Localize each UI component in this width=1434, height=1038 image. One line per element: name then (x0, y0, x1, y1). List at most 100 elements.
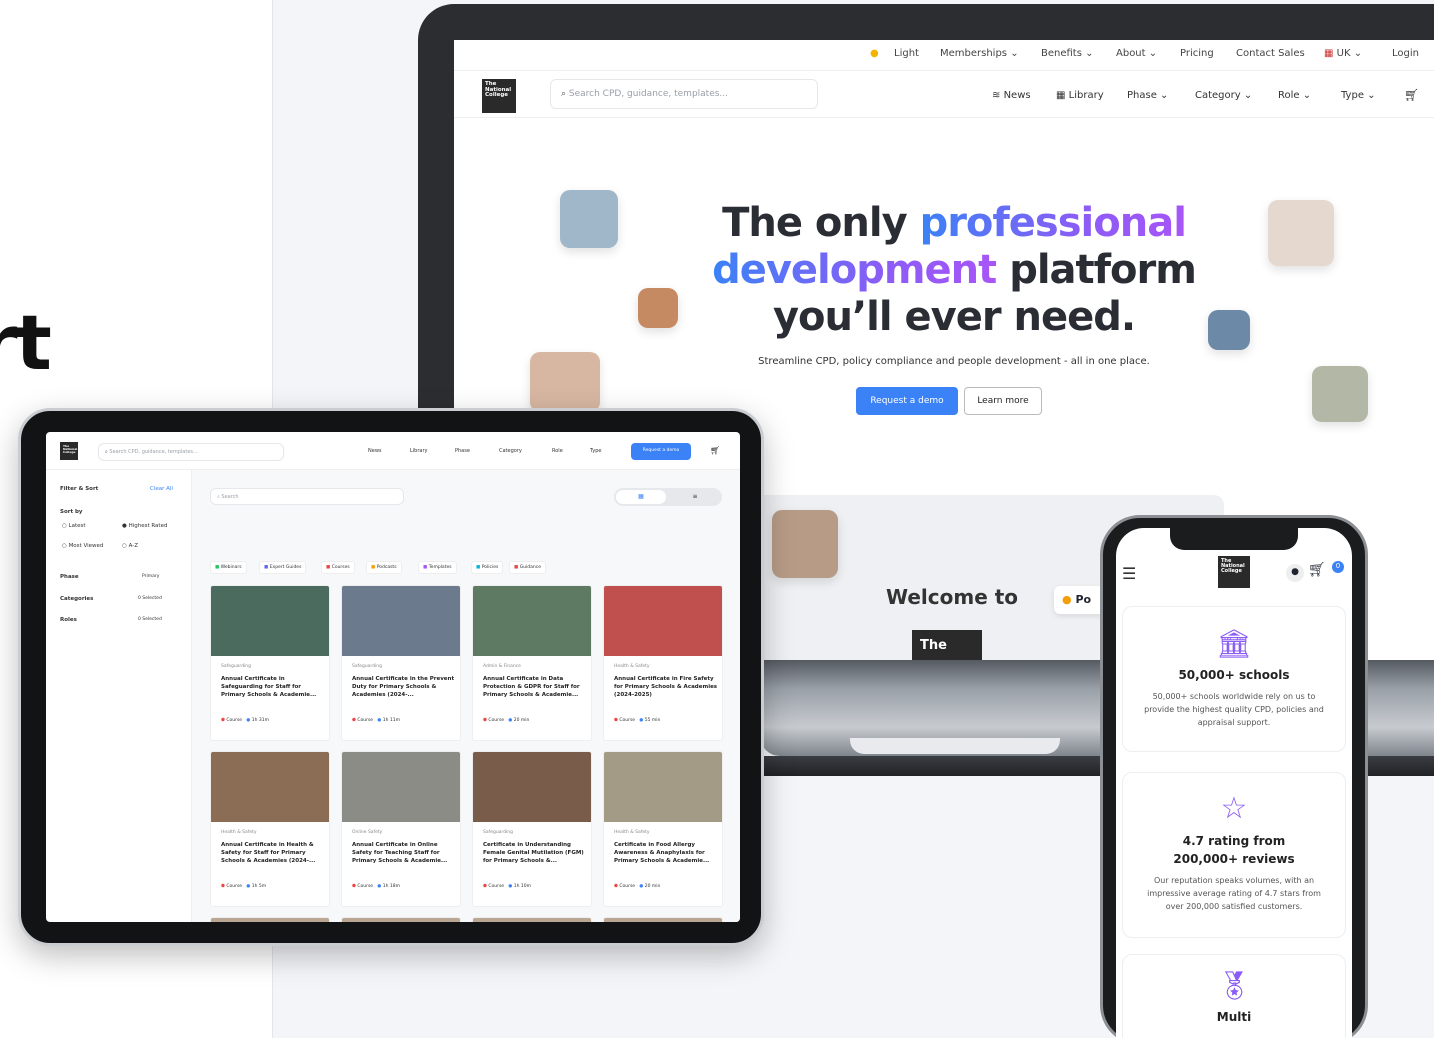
grid-view-icon[interactable]: ▦ (616, 490, 666, 504)
cart-count-badge: 0 (1332, 561, 1344, 573)
logo[interactable]: The National College (482, 79, 516, 113)
type-menu[interactable]: Type (590, 448, 601, 454)
chip-label: Guidance (519, 565, 541, 570)
course-card[interactable]: Safeguarding Annual Certificate in the Pr… (341, 585, 461, 741)
course-meta: ⬟ Course ● 1h 18m (352, 884, 400, 889)
type-chip[interactable]: ■ Podcasts (366, 561, 402, 574)
sort-most-viewed[interactable]: ○ Most Viewed (62, 543, 103, 549)
course-type: Course (357, 884, 374, 889)
medal-icon: 🏅︎ (1216, 969, 1252, 1002)
course-type: Course (357, 718, 374, 723)
news-link[interactable]: News (368, 448, 382, 454)
course-image (211, 918, 329, 922)
course-card[interactable]: Admin & Finance Annual Certificate in Dat… (472, 585, 592, 741)
course-type: Course (619, 884, 636, 889)
list-view-icon[interactable]: ≡ (670, 490, 720, 504)
course-card[interactable] (210, 917, 330, 922)
contact-sales-link[interactable]: Contact Sales (1236, 48, 1305, 59)
login-link[interactable]: Login (1392, 48, 1419, 59)
course-card[interactable] (603, 917, 723, 922)
tablet-screen: The National College ⌕ Search CPD, guida… (46, 432, 740, 922)
course-duration: 1h 10m (513, 884, 532, 889)
sort-by-label: Sort by (60, 509, 83, 515)
news-link[interactable]: ≋ News (992, 90, 1031, 101)
role-menu[interactable]: Role ⌄ (1278, 90, 1311, 101)
type-chip[interactable]: ■ Policies (471, 561, 504, 574)
type-chip[interactable]: ■ Courses (321, 561, 355, 574)
about-menu[interactable]: About ⌄ (1116, 48, 1157, 59)
course-card[interactable]: Health & Safety Annual Certificate in Hea… (210, 751, 330, 907)
search-input[interactable]: ⌕ Search CPD, guidance, templates... (98, 443, 284, 461)
welcome-photo (772, 510, 838, 578)
sun-icon[interactable]: ● (870, 48, 879, 59)
course-category: Admin & Finance (483, 664, 521, 669)
main-nav: The National College ⌕ Search CPD, guida… (454, 70, 1434, 118)
course-card[interactable] (472, 917, 592, 922)
category-menu[interactable]: Category (499, 448, 522, 454)
sort-most-viewed-label: Most Viewed (68, 543, 104, 549)
benefits-menu[interactable]: Benefits ⌄ (1041, 48, 1094, 59)
logo[interactable]: The National College (60, 442, 78, 460)
sort-latest-label: Latest (68, 523, 86, 529)
categories-filter-value[interactable]: 0 Selected (138, 596, 162, 601)
user-icon[interactable]: ● (1286, 564, 1304, 582)
category-menu[interactable]: Category ⌄ (1195, 90, 1252, 101)
course-image (473, 586, 591, 656)
course-card[interactable]: Health & Safety Certificate in Food Aller… (603, 751, 723, 907)
type-chip[interactable]: ■ Templates (418, 561, 457, 574)
library-link[interactable]: Library (410, 448, 427, 454)
course-image (604, 586, 722, 656)
benefits-label: Benefits (1041, 48, 1082, 59)
course-card[interactable]: Safeguarding Annual Certificate in Safegu… (210, 585, 330, 741)
sort-az-label: A-Z (128, 543, 138, 549)
type-chip[interactable]: ■ Guidance (509, 561, 546, 574)
stat-card-multi: 🏅︎ Multi (1122, 954, 1346, 1038)
phase-menu[interactable]: Phase ⌄ (1127, 90, 1168, 101)
laptop-hinge (850, 738, 1060, 754)
stat-card-schools: 🏛︎ 50,000+ schools 50,000+ schools world… (1122, 606, 1346, 752)
type-chip[interactable]: ■ Expert Guides (259, 561, 307, 574)
request-demo-button[interactable]: Request a demo (631, 443, 691, 460)
chip-label: Courses (331, 565, 350, 570)
pricing-link[interactable]: Pricing (1180, 48, 1214, 59)
course-card[interactable]: Health & Safety Annual Certificate in Fir… (603, 585, 723, 741)
hero-photo (560, 190, 618, 248)
library-link[interactable]: ▦ Library (1056, 90, 1104, 101)
learn-more-button[interactable]: Learn more (964, 387, 1042, 415)
cart-icon[interactable]: 🛒︎ (1308, 562, 1326, 578)
sort-latest[interactable]: ○ Latest (62, 523, 86, 529)
sort-highest-rated[interactable]: ● Highest Rated (122, 523, 167, 529)
clock-icon: ● (377, 718, 382, 723)
sort-az[interactable]: ○ A-Z (122, 543, 138, 549)
clear-all-link[interactable]: Clear All (150, 486, 173, 492)
type-menu[interactable]: Type ⌄ (1341, 90, 1376, 101)
search-placeholder: Search CPD, guidance, templates... (568, 89, 729, 99)
course-image (473, 918, 591, 922)
course-card[interactable]: Online Safety Annual Certificate in Onlin… (341, 751, 461, 907)
chip-label: Templates (428, 565, 452, 570)
memberships-menu[interactable]: Memberships ⌄ (940, 48, 1019, 59)
hero-photo (1268, 200, 1334, 266)
phase-menu[interactable]: Phase (455, 448, 470, 454)
roles-filter-value[interactable]: 0 Selected (138, 617, 162, 622)
region-selector[interactable]: ▦ UK ⌄ (1324, 48, 1362, 59)
phase-filter-value[interactable]: Primary (142, 574, 159, 579)
search-placeholder: Search CPD, guidance, templates... (109, 449, 198, 455)
request-demo-button[interactable]: Request a demo (856, 387, 958, 415)
course-title: Annual Certificate in Safeguarding for S… (221, 676, 317, 698)
role-menu[interactable]: Role (552, 448, 563, 454)
library-search-input[interactable]: ⌕ Search (210, 488, 404, 505)
course-card[interactable] (341, 917, 461, 922)
course-meta: ⬟ Course ● 20 min (614, 884, 660, 889)
basket-icon[interactable]: 🛒︎ (1404, 88, 1419, 102)
course-card[interactable]: Safeguarding Certificate in Understanding… (472, 751, 592, 907)
view-toggle[interactable]: ▦ ≡ (614, 488, 722, 506)
logo[interactable]: The National College (1218, 556, 1250, 588)
library-search-placeholder: Search (221, 494, 239, 500)
menu-icon[interactable]: ☰ (1122, 564, 1136, 583)
cart-icon[interactable]: 🛒︎ (710, 446, 720, 455)
course-duration: 55 min (644, 718, 661, 723)
type-chip[interactable]: ■ Webinars (210, 561, 247, 574)
theme-toggle[interactable]: Light (894, 48, 919, 59)
search-input[interactable]: ⌕ Search CPD, guidance, templates... (550, 79, 818, 109)
